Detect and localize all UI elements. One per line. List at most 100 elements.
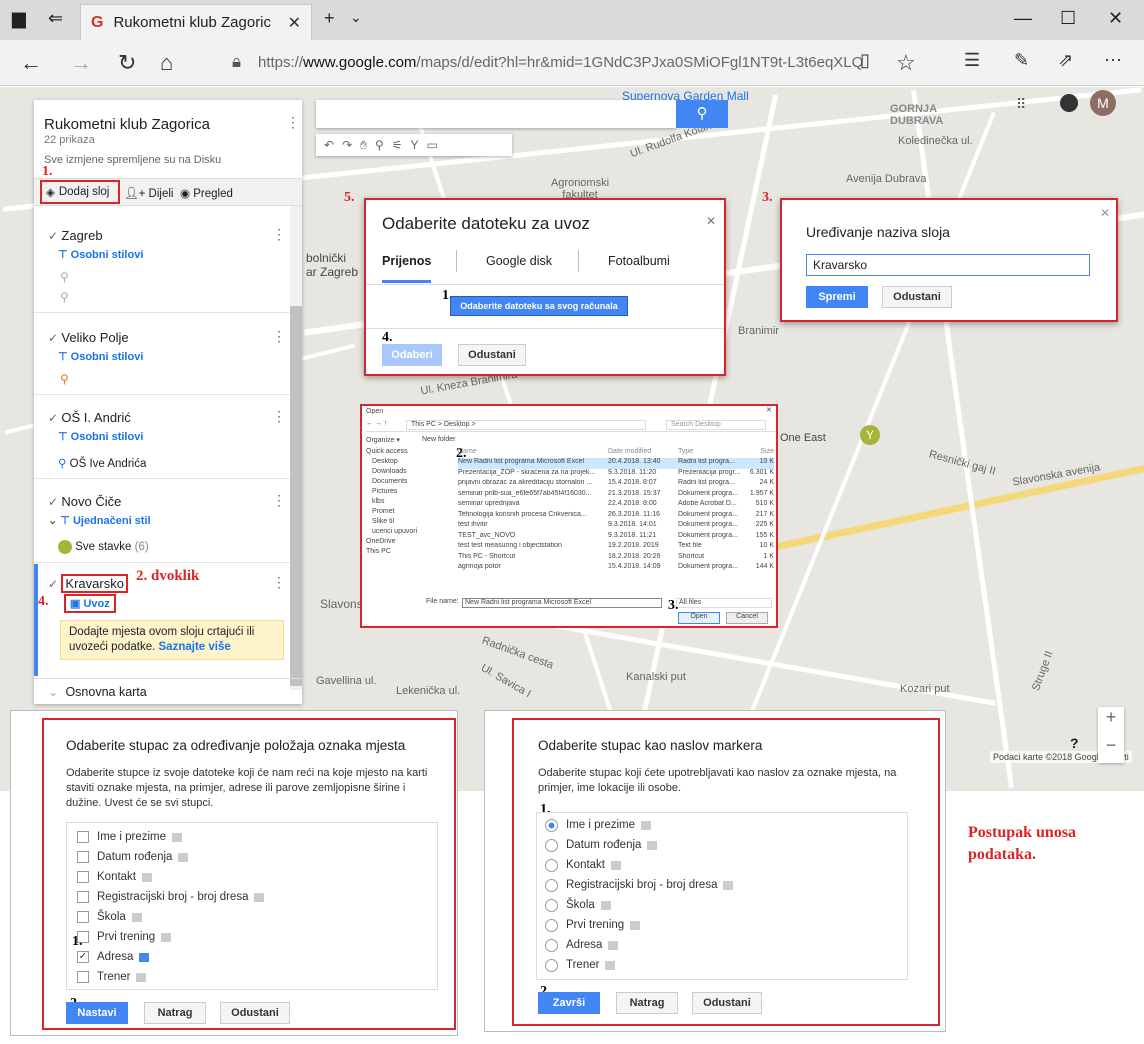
info-icon[interactable] xyxy=(161,932,172,942)
layer-menu-icon[interactable]: ⋮ xyxy=(272,492,286,509)
info-icon[interactable] xyxy=(178,852,189,862)
layer-novo-cice[interactable]: ✓ Novo Čiče xyxy=(48,494,121,509)
browser-tab[interactable]: G Rukometni klub Zagoric ✕ xyxy=(80,4,312,40)
checkbox-checked-icon[interactable]: ✓ xyxy=(48,331,58,345)
info-icon[interactable] xyxy=(605,960,616,970)
radio-icon[interactable] xyxy=(545,938,558,952)
search-button[interactable]: ⚲ xyxy=(676,100,728,128)
marker-option[interactable]: Adresa xyxy=(545,935,907,955)
share-button[interactable]: 👤︎+ Dijeli xyxy=(124,186,173,200)
column-option[interactable]: Prvi trening xyxy=(77,927,437,947)
map-pin-icon[interactable]: ⚲ xyxy=(60,270,69,284)
learn-more-link[interactable]: Saznajte više xyxy=(159,641,231,653)
refresh-icon[interactable]: ↻ xyxy=(118,50,136,76)
file-row[interactable]: New Radni list programa Microsoft Excel 2… xyxy=(458,458,774,469)
filename-input[interactable]: New Radni list programa Microsoft Excel xyxy=(462,598,662,608)
checkbox-icon[interactable] xyxy=(77,891,89,903)
ruler-icon[interactable]: ▭ xyxy=(427,138,438,152)
marker-icon[interactable]: ⚲ xyxy=(375,138,384,152)
notifications-icon[interactable] xyxy=(1060,94,1078,112)
checkbox-checked-icon[interactable]: ✓ xyxy=(48,411,58,425)
sidebar-item[interactable]: ucenci upuvori xyxy=(366,528,436,538)
file-row[interactable]: Prezentacija_ZOP - skraćena za na projek… xyxy=(458,469,774,480)
layer-menu-icon[interactable]: ⋮ xyxy=(272,226,286,243)
layer-veliko-polje[interactable]: ✓ Veliko Polje xyxy=(48,330,129,345)
explorer-path[interactable]: This PC > Desktop > xyxy=(406,420,646,430)
sidebar-item[interactable]: Slike til xyxy=(366,518,436,528)
zoom-in-button[interactable]: + xyxy=(1098,707,1124,735)
back-icon[interactable]: ← xyxy=(20,50,42,76)
save-button[interactable]: Spremi xyxy=(806,286,868,308)
close-tab-icon[interactable]: ✕ xyxy=(288,13,301,33)
radio-icon[interactable] xyxy=(545,858,558,872)
checkbox-checked-icon[interactable]: ✓ xyxy=(48,577,58,591)
sidebar-item[interactable]: Promet xyxy=(366,508,436,518)
file-row[interactable]: test test measuring i objectstation 19.2.… xyxy=(458,542,774,553)
info-icon[interactable] xyxy=(641,820,652,830)
avatar[interactable]: M xyxy=(1090,90,1116,116)
layer-zagreb[interactable]: ✓ Zagreb xyxy=(48,228,103,243)
draw-line-icon[interactable]: ⚟ xyxy=(392,138,403,152)
marker-option[interactable]: Škola xyxy=(545,895,907,915)
layer-style-link[interactable]: ⊤ Osobni stilovi xyxy=(58,430,143,443)
info-icon[interactable] xyxy=(608,940,619,950)
new-tab-icon[interactable]: + xyxy=(324,8,335,29)
layer-kravarsko[interactable]: ✓ Kravarsko xyxy=(48,574,128,593)
file-row[interactable]: Tehnologija korisnih procesa Crikvenica.… xyxy=(458,511,774,522)
file-row[interactable]: seminar prilb-sua_e6fe65f7ab45f4f16030..… xyxy=(458,490,774,501)
layer-menu-icon[interactable]: ⋮ xyxy=(272,328,286,345)
sidebar-item[interactable]: This PC xyxy=(366,548,436,558)
map-pin-icon[interactable]: ⚲ xyxy=(60,372,69,386)
marker-option[interactable]: Trener xyxy=(545,955,907,975)
url-field[interactable]: https://www.google.com/maps/d/edit?hl=hr… xyxy=(258,54,863,71)
column-option[interactable]: Ime i prezime xyxy=(77,827,437,847)
help-icon[interactable]: ? xyxy=(1070,735,1079,751)
map-title[interactable]: Rukometni klub Zagorica xyxy=(44,116,210,133)
marker-option[interactable]: Kontakt xyxy=(545,855,907,875)
layer-item[interactable]: ⚲ OŠ Ive Andrića xyxy=(58,456,146,470)
layer-name-input[interactable]: Kravarsko xyxy=(806,254,1090,276)
back-button[interactable]: Natrag xyxy=(616,992,678,1014)
marker-option[interactable]: Ime i prezime xyxy=(545,815,907,835)
favorites-hub-icon[interactable]: ☰ xyxy=(964,50,980,71)
filetype-select[interactable]: All files xyxy=(676,598,772,608)
select-button[interactable]: Odaberi xyxy=(382,344,442,366)
explorer-search[interactable]: Search Desktop xyxy=(666,420,766,430)
checkbox-checked-icon[interactable]: ✓ xyxy=(48,229,58,243)
favorite-star-icon[interactable]: ☆ xyxy=(896,50,916,76)
info-icon[interactable] xyxy=(172,832,183,842)
checkbox-icon[interactable] xyxy=(77,971,89,983)
cancel-button[interactable]: Odustani xyxy=(220,1002,290,1024)
layer-item[interactable]: Sve stavke (6) xyxy=(58,540,149,554)
tab-upload[interactable]: Prijenos xyxy=(382,254,432,283)
finish-button[interactable]: Završi xyxy=(538,992,600,1014)
marker-option[interactable]: Registracijski broj - broj dresa xyxy=(545,875,907,895)
reading-view-icon[interactable]: ▯ xyxy=(860,50,870,71)
back-button[interactable]: Natrag xyxy=(144,1002,206,1024)
sidebar-item[interactable]: Quick access xyxy=(366,448,436,458)
file-row[interactable]: TEST_avc_NOVO 9.3.2018. 11:21 Dokument pro… xyxy=(458,532,774,543)
close-icon[interactable]: ✕ xyxy=(766,406,772,414)
panel-scrollbar[interactable] xyxy=(290,206,302,690)
file-row[interactable]: prijavni obrazac za akreditaciju stornal… xyxy=(458,479,774,490)
close-icon[interactable]: ✕ xyxy=(706,214,716,228)
checkbox-checked-icon[interactable]: ✓ xyxy=(77,951,89,963)
column-option[interactable]: Trener xyxy=(77,967,437,987)
checkbox-checked-icon[interactable]: ✓ xyxy=(48,495,58,509)
tab-preview-icon[interactable]: ⇐ xyxy=(48,8,63,29)
zoom-out-button[interactable]: − xyxy=(1098,735,1124,763)
layer-style-link[interactable]: ⊤ Osobni stilovi xyxy=(58,248,143,261)
upload-file-button[interactable]: Odaberite datoteku sa svog računala xyxy=(450,296,628,316)
sidebar-item[interactable]: Desktop xyxy=(366,458,436,468)
checkbox-icon[interactable] xyxy=(77,911,89,923)
column-option[interactable]: Datum rođenja xyxy=(77,847,437,867)
map-pin-icon[interactable]: ⚲ xyxy=(60,290,69,304)
marker-option[interactable]: Prvi trening xyxy=(545,915,907,935)
column-option[interactable]: Škola xyxy=(77,907,437,927)
apps-grid-icon[interactable]: ⠿ xyxy=(1016,96,1026,113)
radio-icon[interactable] xyxy=(545,918,558,932)
checkbox-icon[interactable] xyxy=(77,871,89,883)
info-icon[interactable] xyxy=(611,860,621,870)
sidebar-item[interactable]: Documents xyxy=(366,478,436,488)
hand-icon[interactable]: ✋︎ xyxy=(360,138,367,153)
